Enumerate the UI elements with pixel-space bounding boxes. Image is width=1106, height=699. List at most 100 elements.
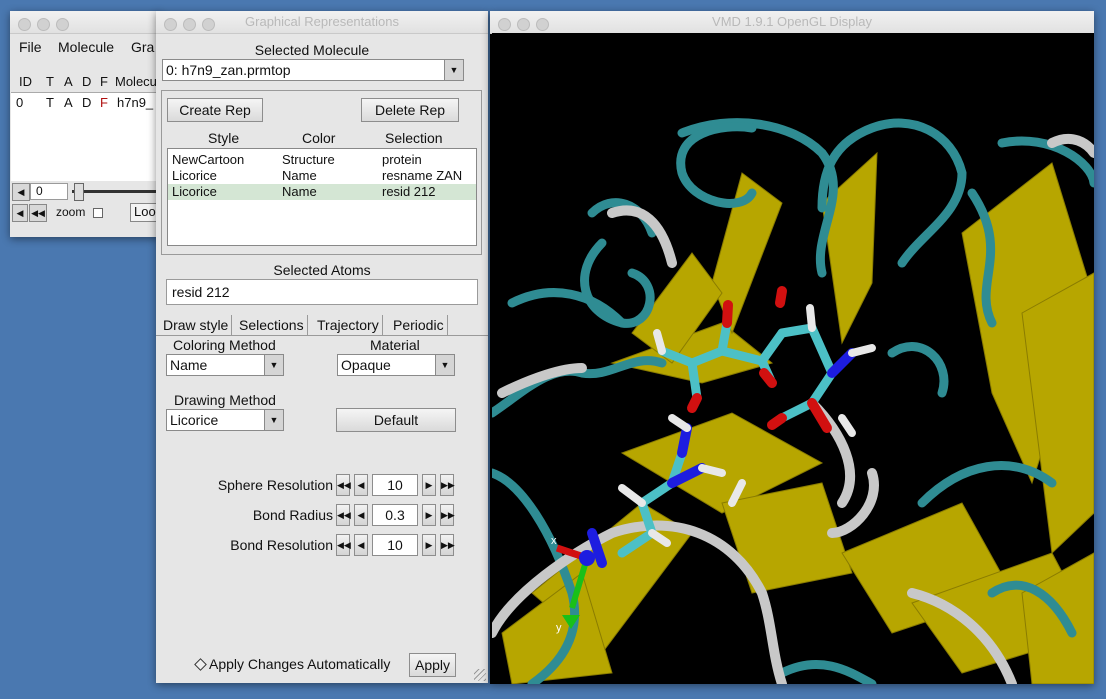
decrement-icon[interactable]: ◀	[354, 534, 368, 556]
resize-grip-icon[interactable]	[474, 669, 486, 681]
opengl-titlebar: VMD 1.9.1 OpenGL Display	[490, 11, 1094, 34]
rep-selection: protein	[382, 152, 422, 167]
create-rep-button[interactable]: Create Rep	[167, 98, 263, 122]
rep-row[interactable]: NewCartoon Structure protein	[168, 152, 476, 168]
vmd-main-titlebar	[10, 11, 160, 34]
increment-fast-icon[interactable]: ▶▶	[440, 504, 455, 526]
menu-molecule[interactable]: Molecule	[58, 39, 114, 55]
molecule-active-flag[interactable]: A	[64, 95, 73, 110]
delete-rep-button[interactable]: Delete Rep	[361, 98, 459, 122]
drawing-method-select[interactable]: Licorice ▼	[166, 409, 284, 431]
increment-fast-icon[interactable]: ▶▶	[440, 474, 455, 496]
molecule-fixed-flag[interactable]: F	[100, 95, 108, 110]
bond-resolution-spinner: ◀◀ ◀ 10 ▶ ▶▶	[336, 534, 456, 556]
window-title: VMD 1.9.1 OpenGL Display	[712, 14, 872, 29]
drawing-method-label: Drawing Method	[174, 392, 276, 408]
rep-style: Licorice	[172, 184, 217, 199]
increment-fast-icon[interactable]: ▶▶	[440, 534, 455, 556]
molecule-top-flag[interactable]: T	[46, 95, 54, 110]
molecule-list[interactable]: 0 T A D F h7n9_	[11, 92, 160, 181]
material-value: Opaque	[341, 357, 391, 373]
close-window-button[interactable]	[18, 18, 31, 31]
minimize-window-button[interactable]	[183, 18, 196, 31]
tab-selections[interactable]: Selections	[236, 315, 308, 335]
tab-draw-style[interactable]: Draw style	[160, 315, 233, 335]
chevron-down-icon[interactable]: ▼	[444, 60, 463, 80]
material-select[interactable]: Opaque ▼	[337, 354, 455, 376]
bond-radius-value[interactable]: 0.3	[372, 504, 418, 526]
molecule-row[interactable]: 0 T A D F h7n9_	[11, 95, 160, 111]
selected-atoms-label: Selected Atoms	[273, 262, 371, 278]
coloring-method-select[interactable]: Name ▼	[166, 354, 284, 376]
reps-header-selection: Selection	[385, 130, 443, 146]
close-window-button[interactable]	[164, 18, 177, 31]
minimize-window-button[interactable]	[517, 18, 530, 31]
decrement-icon[interactable]: ◀	[354, 474, 368, 496]
molecule-viewport[interactable]: x y	[492, 33, 1094, 684]
rep-color: Name	[282, 168, 317, 183]
chevron-down-icon[interactable]: ▼	[264, 410, 283, 430]
tab-trajectory[interactable]: Trajectory	[314, 315, 383, 335]
rep-row-selected[interactable]: Licorice Name resid 212	[168, 184, 476, 200]
frame-slider[interactable]	[72, 183, 160, 201]
increment-icon[interactable]: ▶	[422, 534, 436, 556]
column-header-molecule: Molecu	[115, 74, 157, 89]
zoom-checkbox[interactable]	[93, 208, 103, 218]
selected-molecule-value: 0: h7n9_zan.prmtop	[166, 62, 291, 78]
selected-atoms-input[interactable]: resid 212	[166, 279, 478, 305]
beta-sheets	[501, 151, 1094, 684]
zoom-window-button[interactable]	[202, 18, 215, 31]
rep-row[interactable]: Licorice Name resname ZAN	[168, 168, 476, 184]
molecule-render	[492, 118, 1094, 684]
chevron-down-icon[interactable]: ▼	[435, 355, 454, 375]
molecule-name: h7n9_	[117, 95, 154, 110]
window-title: Graphical Representations	[245, 14, 399, 29]
apply-auto-radio[interactable]	[194, 658, 207, 671]
zoom-label: zoom	[56, 205, 86, 219]
frame-slider-handle[interactable]	[74, 183, 84, 201]
reps-header-style: Style	[208, 130, 240, 146]
drawing-method-value: Licorice	[170, 412, 219, 428]
reps-table[interactable]: NewCartoon Structure protein Licorice Na…	[167, 148, 477, 246]
decrement-fast-icon[interactable]: ◀◀	[336, 474, 351, 496]
close-window-button[interactable]	[498, 18, 511, 31]
sphere-resolution-value[interactable]: 10	[372, 474, 418, 496]
material-label: Material	[370, 337, 420, 353]
zoom-window-button[interactable]	[56, 18, 69, 31]
coloring-method-label: Coloring Method	[173, 337, 276, 353]
minimize-window-button[interactable]	[37, 18, 50, 31]
default-button[interactable]: Default	[336, 408, 456, 432]
rep-selection: resid 212	[382, 184, 436, 199]
menu-graphics[interactable]: Gra	[131, 39, 154, 55]
goto-start-button[interactable]: ◀	[12, 183, 30, 201]
chevron-down-icon[interactable]: ▼	[264, 355, 283, 375]
axis-y-label: y	[556, 622, 562, 634]
molecule-drawn-flag[interactable]: D	[82, 95, 91, 110]
decrement-fast-icon[interactable]: ◀◀	[336, 504, 351, 526]
tab-periodic[interactable]: Periodic	[390, 315, 448, 335]
reps-header-color: Color	[302, 130, 336, 146]
selected-molecule-select[interactable]: 0: h7n9_zan.prmtop ▼	[162, 59, 464, 81]
frame-number-input[interactable]: 0	[30, 183, 68, 200]
apply-button[interactable]: Apply	[409, 653, 456, 677]
column-header-d: D	[82, 74, 92, 89]
play-reverse-button[interactable]: ◀◀	[29, 204, 47, 222]
zoom-window-button[interactable]	[536, 18, 549, 31]
graphical-representations-window: Graphical Representations Selected Molec…	[156, 11, 488, 683]
selected-molecule-label: Selected Molecule	[254, 42, 370, 58]
bond-radius-label: Bond Radius	[252, 507, 333, 523]
bond-resolution-value[interactable]: 10	[372, 534, 418, 556]
reps-group: Create Rep Delete Rep Style Color Select…	[161, 90, 482, 255]
rep-color: Structure	[282, 152, 335, 167]
menu-file[interactable]: File	[19, 39, 42, 55]
increment-icon[interactable]: ▶	[422, 474, 436, 496]
column-header-f: F	[100, 74, 108, 89]
step-back-button[interactable]: ◀	[12, 204, 28, 222]
axis-x-label: x	[551, 535, 557, 547]
column-header-id: ID	[19, 74, 32, 89]
molecule-id: 0	[16, 95, 24, 110]
decrement-fast-icon[interactable]: ◀◀	[336, 534, 351, 556]
increment-icon[interactable]: ▶	[422, 504, 436, 526]
decrement-icon[interactable]: ◀	[354, 504, 368, 526]
tab-bar: Draw style Selections Trajectory Periodi…	[156, 315, 488, 336]
